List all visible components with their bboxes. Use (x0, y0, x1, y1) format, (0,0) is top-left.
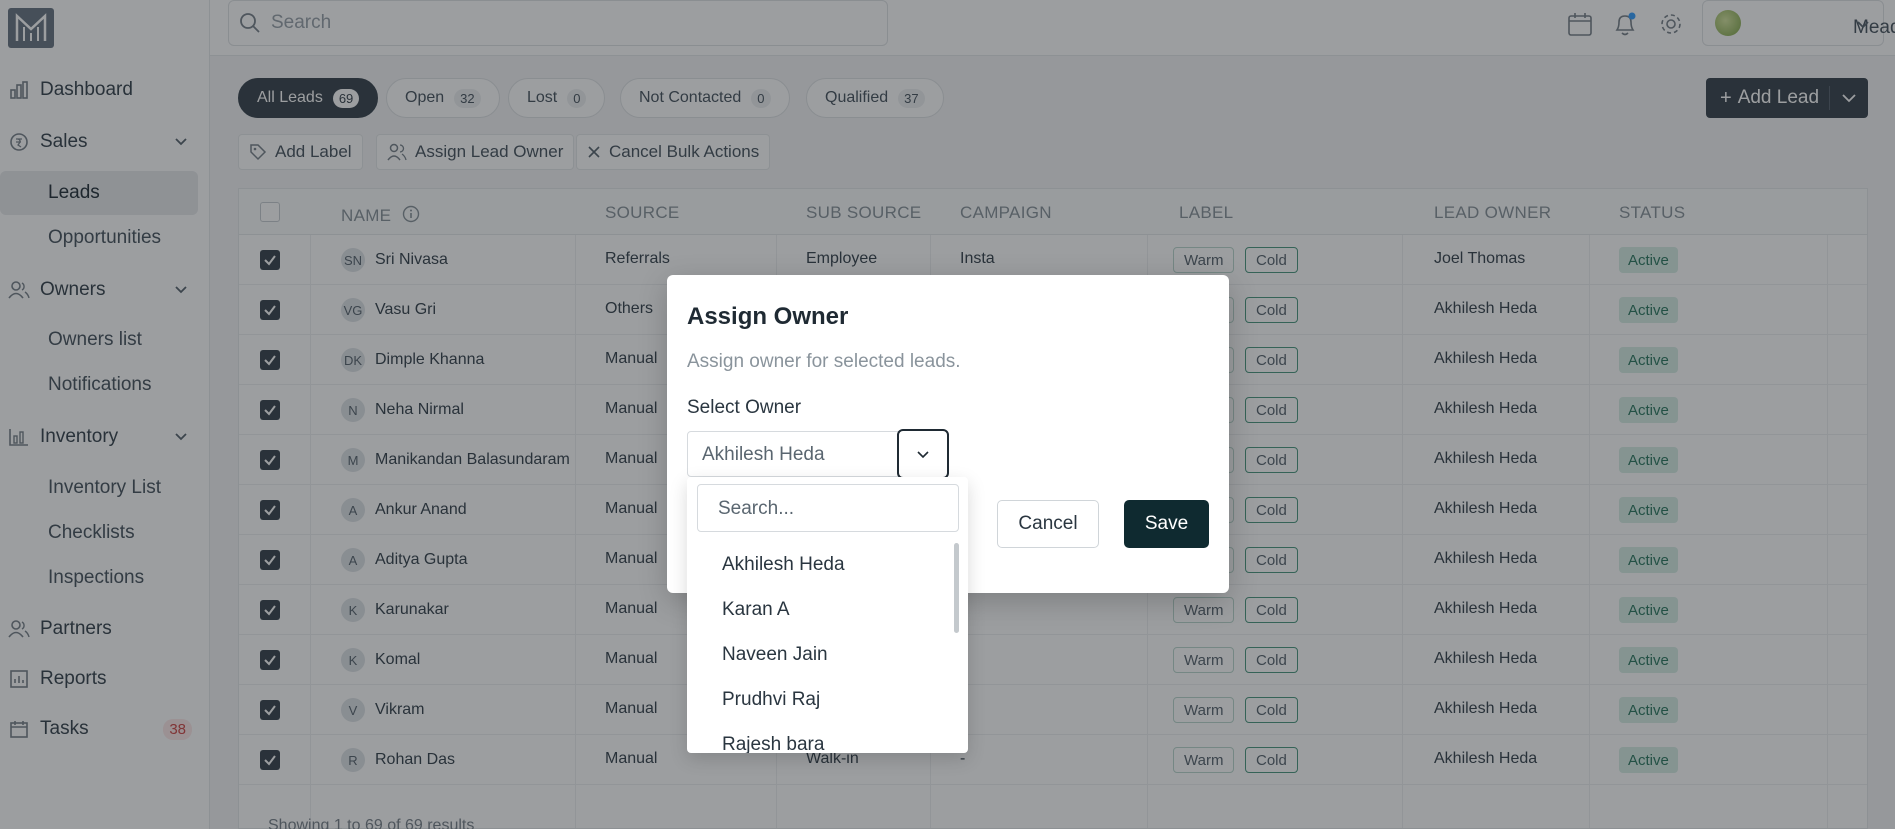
dialog-description: Assign owner for selected leads. (687, 351, 961, 372)
owner-option[interactable]: Rajesh bara (722, 734, 824, 753)
owner-option[interactable]: Prudhvi Raj (722, 689, 820, 711)
dialog-title: Assign Owner (687, 303, 849, 330)
owner-option[interactable]: Karan A (722, 599, 790, 621)
owner-search-placeholder: Search... (718, 498, 795, 519)
owner-option[interactable]: Naveen Jain (722, 644, 828, 666)
owner-option[interactable]: Akhilesh Heda (722, 554, 845, 576)
owner-dropdown: Search... Akhilesh Heda Karan A Naveen J… (687, 477, 968, 753)
cancel-button[interactable]: Cancel (997, 500, 1099, 548)
selected-owner: Akhilesh Heda (702, 444, 825, 465)
select-owner-label: Select Owner (687, 397, 802, 418)
dropdown-scrollbar[interactable] (954, 543, 959, 633)
owner-search-input[interactable]: Search... (697, 484, 959, 532)
save-button[interactable]: Save (1124, 500, 1209, 548)
owner-select-toggle[interactable] (897, 429, 949, 479)
chevron-down-icon (917, 451, 929, 459)
